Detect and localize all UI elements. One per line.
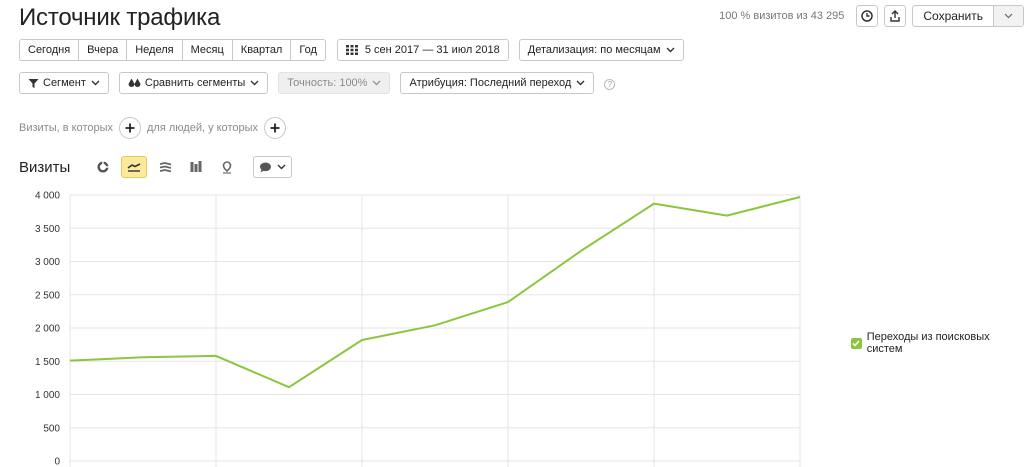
- date-range-button[interactable]: 5 сен 2017 — 31 июл 2018: [336, 39, 509, 61]
- chevron-down-icon: [576, 80, 585, 86]
- checkmark-icon: [852, 339, 860, 347]
- legend-checkbox[interactable]: [851, 337, 862, 349]
- y-tick-label: 2 000: [35, 324, 60, 335]
- filter-toolbar: Сегмент Сравнить сегменты Точность: 100%…: [19, 72, 616, 94]
- chart-legend[interactable]: Переходы из поисковых систем: [851, 331, 1024, 355]
- plus-icon: [125, 123, 135, 133]
- add-visits-condition-button[interactable]: [119, 117, 141, 139]
- segment-conditions: Визиты, в которых для людей, у которых: [19, 117, 292, 139]
- detail-dropdown[interactable]: Детализация: по месяцам: [518, 39, 684, 61]
- comments-dropdown[interactable]: [253, 156, 293, 178]
- speech-bubble-icon: [260, 162, 272, 172]
- visits-condition-label: Визиты, в которых: [19, 122, 113, 134]
- data-point[interactable]: [285, 383, 293, 391]
- period-yesterday-button[interactable]: Вчера: [78, 39, 128, 61]
- attribution-dropdown[interactable]: Атрибуция: Последний переход: [400, 72, 595, 94]
- calendar-icon: [345, 45, 358, 55]
- map-button[interactable]: [214, 156, 240, 178]
- compare-segments-label: Сравнить сегменты: [144, 77, 246, 89]
- chevron-down-icon: [1004, 13, 1013, 19]
- save-button-label: Сохранить: [923, 9, 983, 23]
- period-month-button[interactable]: Месяц: [181, 39, 233, 61]
- y-tick-label: 0: [54, 457, 60, 467]
- bar-chart-icon: [190, 161, 202, 172]
- data-point[interactable]: [66, 357, 74, 365]
- y-tick-label: 500: [43, 423, 60, 434]
- data-point[interactable]: [504, 298, 512, 306]
- chart-title: Визиты: [19, 158, 71, 176]
- data-point[interactable]: [139, 353, 147, 361]
- clock-icon: [861, 10, 874, 22]
- segment-label: Сегмент: [43, 77, 86, 89]
- share-icon: [890, 10, 901, 22]
- pie-chart-icon: [97, 161, 109, 173]
- y-tick-label: 3 000: [35, 257, 60, 268]
- segment-dropdown[interactable]: Сегмент: [19, 72, 109, 94]
- compare-segments-dropdown[interactable]: Сравнить сегменты: [118, 72, 269, 94]
- export-button[interactable]: [884, 5, 907, 27]
- people-condition-label: для людей, у которых: [147, 122, 258, 134]
- pie-chart-button[interactable]: [90, 156, 116, 178]
- chevron-down-icon: [372, 80, 381, 86]
- chevron-down-icon: [250, 80, 259, 86]
- period-year-button[interactable]: Год: [290, 39, 326, 61]
- y-tick-label: 3 500: [35, 224, 60, 235]
- line-chart-icon: [127, 163, 141, 172]
- period-week-button[interactable]: Неделя: [126, 39, 183, 61]
- save-dropdown-button[interactable]: [993, 6, 1023, 26]
- question-icon[interactable]: ?: [604, 78, 616, 90]
- series-line[interactable]: [69, 196, 801, 389]
- map-pin-icon: [222, 160, 232, 174]
- data-point[interactable]: [650, 200, 658, 208]
- x-gridlines: [69, 195, 801, 467]
- history-button[interactable]: [856, 5, 879, 27]
- save-button[interactable]: Сохранить: [912, 5, 1024, 27]
- plus-icon: [270, 123, 280, 133]
- y-tick-label: 1 500: [35, 357, 60, 368]
- accuracy-label: Точность: 100%: [287, 77, 368, 89]
- bar-chart-button[interactable]: [183, 156, 209, 178]
- line-chart-button[interactable]: [121, 156, 148, 178]
- attribution-label: Атрибуция: Последний переход: [409, 77, 572, 89]
- data-point[interactable]: [212, 352, 220, 360]
- visits-line-chart: 0 500 1 000 1 500 2 000 2 500 3 000 3 500 4 000: [35, 191, 804, 467]
- chevron-down-icon: [91, 80, 100, 86]
- legend-label: Переходы из поисковых систем: [866, 331, 990, 355]
- chevron-down-icon: [666, 47, 675, 53]
- header-actions: 100 % визитов из 43 295 Сохранить: [719, 5, 1024, 27]
- detail-label: Детализация: по месяцам: [527, 44, 661, 56]
- data-point[interactable]: [723, 212, 731, 220]
- page-title: Источник трафика: [19, 4, 221, 31]
- y-axis-tick-labels: 0 500 1 000 1 500 2 000 2 500 3 000 3 500 4 000: [35, 191, 60, 467]
- stacked-area-chart-button[interactable]: [152, 156, 178, 178]
- y-tick-label: 1 000: [35, 390, 60, 401]
- data-point[interactable]: [577, 247, 585, 255]
- add-people-condition-button[interactable]: [264, 117, 286, 139]
- stacked-area-icon: [159, 161, 172, 172]
- visits-info: 100 % визитов из 43 295: [719, 10, 845, 22]
- funnel-icon: [28, 78, 39, 88]
- period-toolbar: Сегодня Вчера Неделя Месяц Квартал Год 5…: [19, 39, 684, 61]
- data-point[interactable]: [796, 193, 804, 201]
- y-tick-label: 2 500: [35, 290, 60, 301]
- chart-toolbar: Визиты: [19, 156, 293, 178]
- period-quarter-button[interactable]: Квартал: [231, 39, 292, 61]
- y-tick-label: 4 000: [35, 191, 60, 202]
- chevron-down-icon: [277, 164, 286, 170]
- data-point[interactable]: [431, 321, 439, 329]
- split-drops-icon: [128, 78, 141, 87]
- data-point[interactable]: [358, 336, 366, 344]
- period-group: Сегодня Вчера Неделя Месяц Квартал Год: [19, 39, 326, 61]
- period-today-button[interactable]: Сегодня: [19, 39, 80, 61]
- accuracy-dropdown[interactable]: Точность: 100%: [278, 72, 391, 94]
- date-range-label: 5 сен 2017 — 31 июл 2018: [364, 44, 500, 56]
